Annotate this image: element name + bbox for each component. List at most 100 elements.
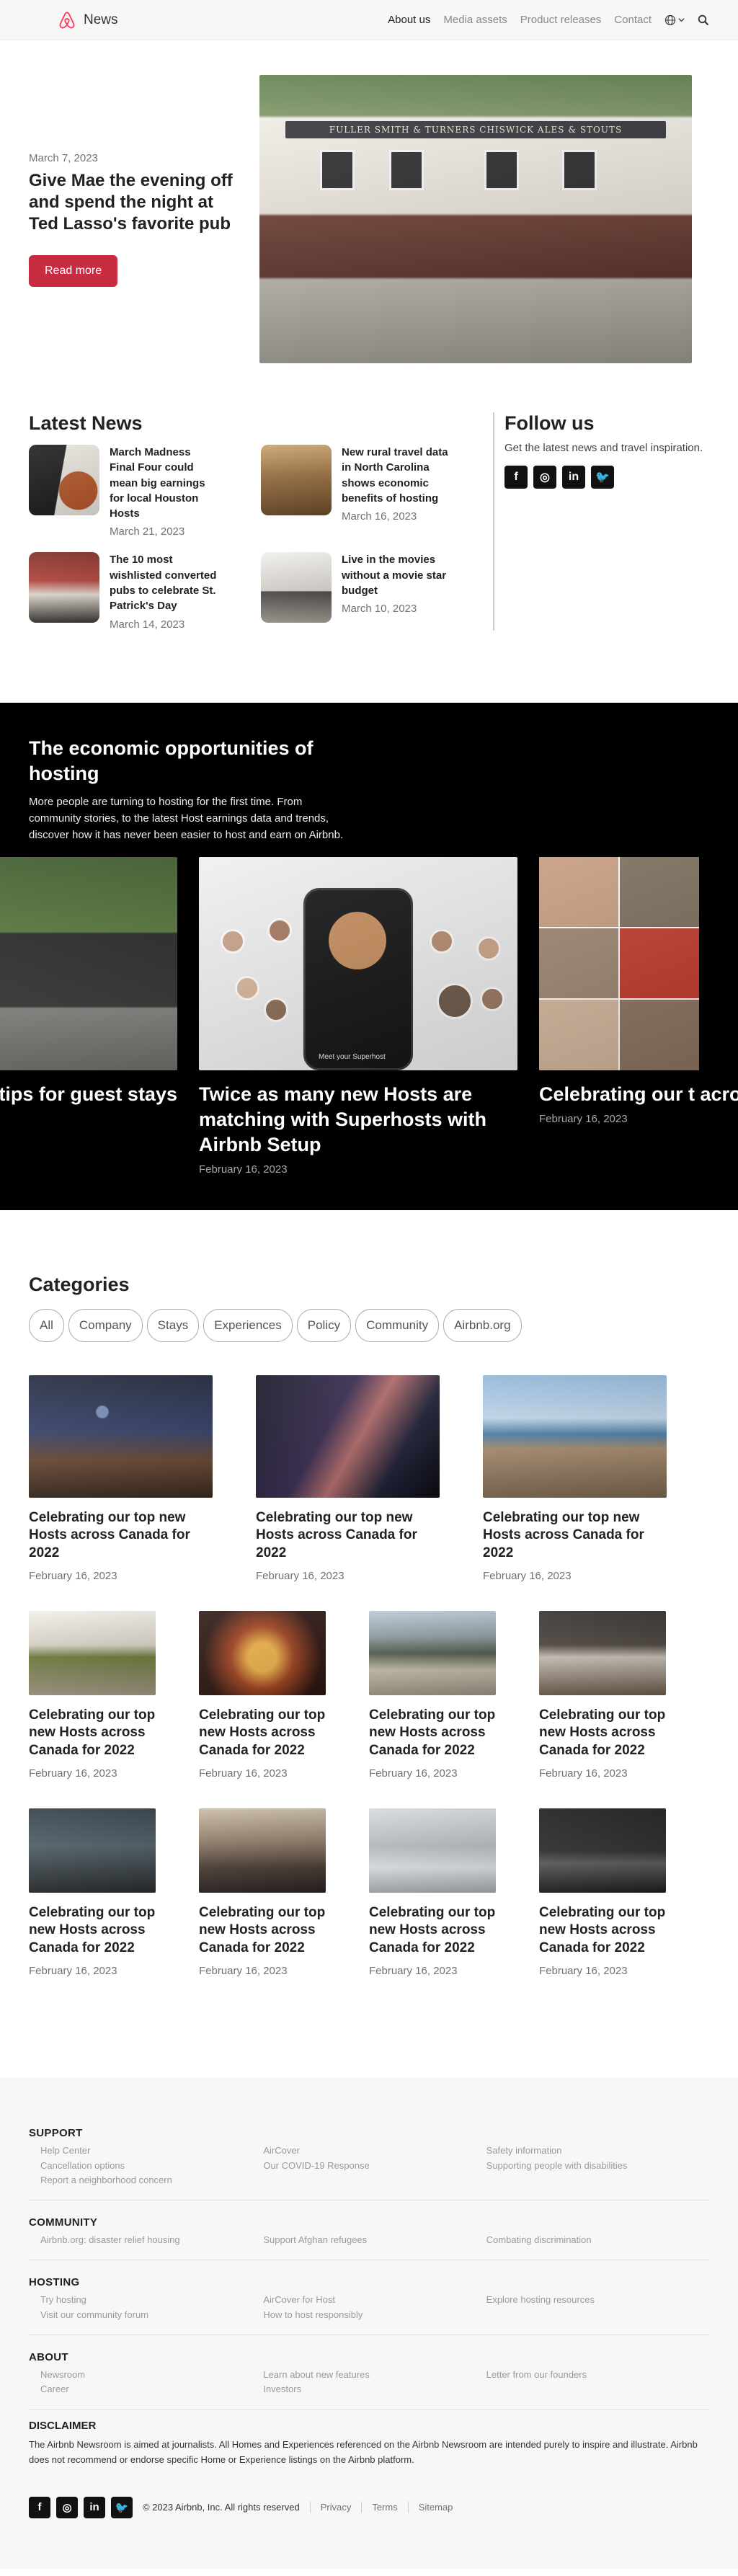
- news-date: March 14, 2023: [110, 618, 185, 631]
- news-item[interactable]: The 10 most wishlisted converted pubs to…: [29, 552, 239, 631]
- disclaimer-heading: DISCLAIMER: [29, 2420, 97, 2433]
- footer-about-heading: ABOUT: [29, 2350, 68, 2363]
- category-image: [483, 1374, 667, 1498]
- footer-link[interactable]: Airbnb.org: disaster relief housing: [40, 2233, 263, 2248]
- category-row: Celebrating our top new Hosts across Can…: [29, 1374, 709, 1582]
- host-avatar: [437, 982, 473, 1019]
- news-thumbnail: [29, 552, 99, 623]
- category-card[interactable]: Celebrating our top new Hosts across Can…: [369, 1610, 496, 1780]
- instagram-icon[interactable]: ◎: [533, 465, 556, 489]
- carousel-image: [0, 856, 177, 1070]
- footer-link[interactable]: Safety information: [486, 2144, 709, 2159]
- chevron-down-icon: [678, 18, 685, 22]
- footer-link[interactable]: Investors: [263, 2382, 486, 2397]
- chip-policy[interactable]: Policy: [296, 1308, 352, 1342]
- footer-link[interactable]: Newsroom: [40, 2368, 263, 2383]
- chip-experiences[interactable]: Experiences: [203, 1308, 293, 1342]
- carousel-date: February 16, 2023: [539, 1112, 628, 1125]
- category-date: February 16, 2023: [483, 1569, 572, 1582]
- top-nav: News About us Media assets Product relea…: [0, 0, 738, 40]
- footer-link[interactable]: Explore hosting resources: [486, 2293, 709, 2308]
- footer-link[interactable]: Support Afghan refugees: [263, 2233, 486, 2248]
- footer-link[interactable]: AirCover for Host: [263, 2293, 486, 2308]
- host-photo-grid: [539, 856, 699, 1070]
- read-more-button[interactable]: Read more: [29, 254, 118, 287]
- category-card[interactable]: Celebrating our top new Hosts across Can…: [539, 1808, 666, 1977]
- category-date: February 16, 2023: [369, 1964, 458, 1977]
- hero-image-pub[interactable]: FULLER SMITH & TURNERS CHISWICK ALES & S…: [259, 75, 692, 363]
- category-card[interactable]: Celebrating our top new Hosts across Can…: [29, 1610, 156, 1780]
- category-card[interactable]: Celebrating our top new Hosts across Can…: [539, 1610, 666, 1780]
- nav-contact[interactable]: Contact: [614, 14, 652, 26]
- instagram-icon[interactable]: ◎: [56, 2496, 78, 2518]
- news-item[interactable]: New rural travel data in North Carolina …: [261, 445, 471, 538]
- carousel-card[interactable]: e tips for guest stays: [0, 856, 177, 1107]
- chip-airbnb-org[interactable]: Airbnb.org: [443, 1308, 522, 1342]
- chip-company[interactable]: Company: [68, 1308, 143, 1342]
- footer-link[interactable]: Our COVID-19 Response: [263, 2159, 486, 2174]
- footer-link[interactable]: Letter from our founders: [486, 2368, 709, 2383]
- footer-link[interactable]: Learn about new features: [263, 2368, 486, 2383]
- footer-link[interactable]: Try hosting: [40, 2293, 263, 2308]
- linkedin-icon[interactable]: in: [84, 2496, 105, 2518]
- airbnb-logo-icon: [59, 12, 75, 28]
- category-card[interactable]: Celebrating our top new Hosts across Can…: [29, 1374, 213, 1582]
- host-photo: [620, 1000, 699, 1070]
- category-card[interactable]: Celebrating our top new Hosts across Can…: [29, 1808, 156, 1977]
- footer-link[interactable]: Visit our community forum: [40, 2308, 263, 2323]
- phone-mockup: Meet your Superhost: [303, 887, 413, 1070]
- category-date: February 16, 2023: [199, 1767, 288, 1780]
- chip-stays[interactable]: Stays: [146, 1308, 200, 1342]
- twitter-icon[interactable]: 🐦: [591, 465, 614, 489]
- privacy-link[interactable]: Privacy: [309, 2502, 351, 2513]
- footer-link[interactable]: Combating discrimination: [486, 2233, 709, 2248]
- pub-sign-text: FULLER SMITH & TURNERS CHISWICK ALES & S…: [329, 125, 623, 135]
- chip-community[interactable]: Community: [355, 1308, 440, 1342]
- category-image: [369, 1808, 496, 1893]
- footer-link[interactable]: Career: [40, 2382, 263, 2397]
- copyright: © 2023 Airbnb, Inc. All rights reserved: [143, 2502, 300, 2513]
- footer-link[interactable]: Report a neighborhood concern: [40, 2173, 263, 2188]
- footer-link[interactable]: Supporting people with disabilities: [486, 2159, 709, 2174]
- news-item[interactable]: Live in the movies without a movie star …: [261, 552, 471, 630]
- facebook-icon[interactable]: f: [504, 465, 528, 489]
- category-date: February 16, 2023: [29, 1964, 117, 1977]
- category-title: Celebrating our top new Hosts across Can…: [369, 1904, 496, 1956]
- footer-link[interactable]: Cancellation options: [40, 2159, 263, 2174]
- phone-caption: Meet your Superhost: [319, 1052, 386, 1061]
- host-avatar: [235, 975, 259, 1000]
- category-card[interactable]: Celebrating our top new Hosts across Can…: [199, 1808, 326, 1977]
- category-image: [539, 1808, 666, 1893]
- footer-link[interactable]: How to host responsibly: [263, 2308, 486, 2323]
- news-thumbnail: [29, 445, 99, 515]
- story-carousel[interactable]: e tips for guest stays Meet your Superho…: [0, 856, 738, 1174]
- category-card[interactable]: Celebrating our top new Hosts across Can…: [369, 1808, 496, 1977]
- news-title: Live in the movies without a movie star …: [342, 554, 447, 598]
- footer-link[interactable]: AirCover: [263, 2144, 486, 2159]
- pub-window: [389, 150, 424, 190]
- language-selector[interactable]: [664, 14, 685, 26]
- footer-community: COMMUNITY Airbnb.org: disaster relief ho…: [29, 2211, 709, 2261]
- twitter-icon[interactable]: 🐦: [111, 2496, 133, 2518]
- category-card[interactable]: Celebrating our top new Hosts across Can…: [483, 1374, 667, 1582]
- nav-media-assets[interactable]: Media assets: [443, 14, 507, 26]
- linkedin-icon[interactable]: in: [562, 465, 585, 489]
- terms-link[interactable]: Terms: [361, 2502, 398, 2513]
- chip-all[interactable]: All: [29, 1308, 64, 1342]
- follow-us: Follow us Get the latest news and travel…: [493, 412, 709, 631]
- carousel-card[interactable]: Meet your Superhost Twice as many new Ho…: [199, 856, 517, 1174]
- sitemap-link[interactable]: Sitemap: [407, 2502, 453, 2513]
- category-card[interactable]: Celebrating our top new Hosts across Can…: [199, 1610, 326, 1780]
- brand[interactable]: News: [58, 11, 118, 30]
- footer-link[interactable]: Help Center: [40, 2144, 263, 2159]
- news-item[interactable]: March Madness Final Four could mean big …: [29, 445, 239, 538]
- host-avatar: [267, 918, 292, 943]
- facebook-icon[interactable]: f: [29, 2496, 50, 2518]
- search-icon[interactable]: [698, 14, 709, 26]
- category-card[interactable]: Celebrating our top new Hosts across Can…: [256, 1374, 440, 1582]
- carousel-date: February 16, 2023: [199, 1163, 288, 1174]
- nav-product-releases[interactable]: Product releases: [520, 14, 602, 26]
- hero-title[interactable]: Give Mae the evening off and spend the n…: [29, 170, 238, 235]
- carousel-card[interactable]: Celebrating our t across Canada fo Febru…: [539, 856, 738, 1125]
- nav-about-us[interactable]: About us: [388, 14, 430, 26]
